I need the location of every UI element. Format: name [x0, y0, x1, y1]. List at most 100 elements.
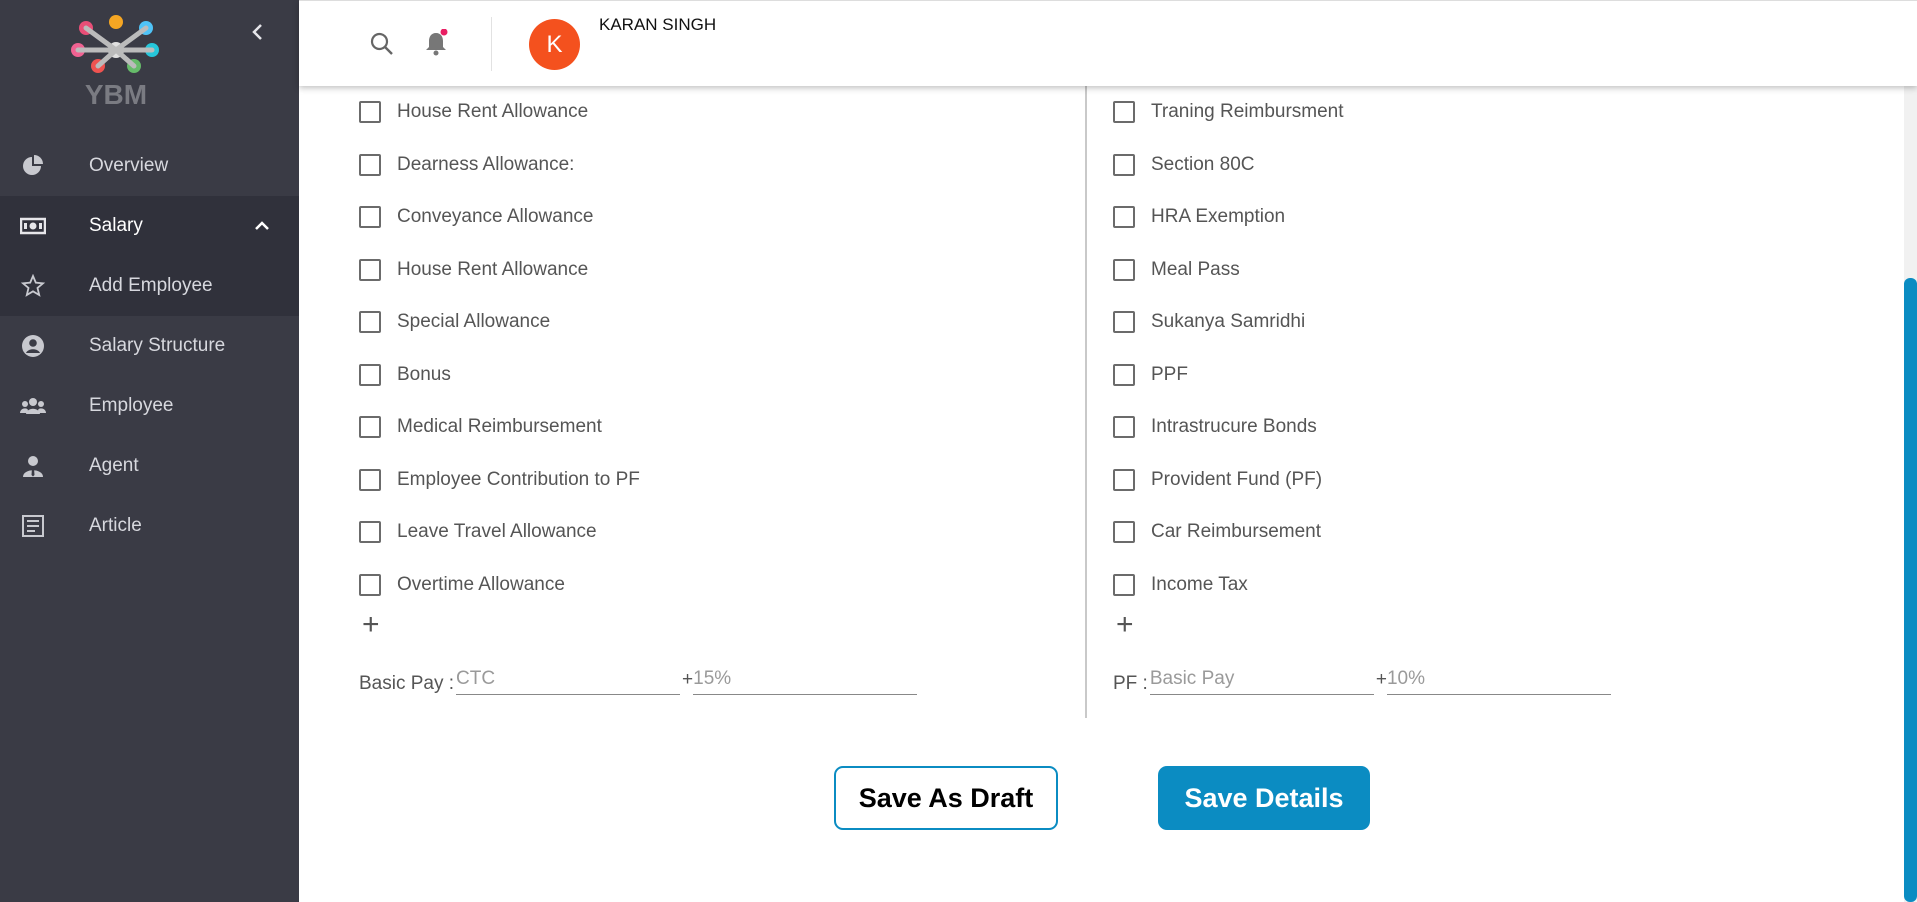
ctc-input[interactable]: CTC: [456, 668, 681, 695]
checkbox-label: Leave Travel Allowance: [397, 521, 597, 543]
checkbox-row[interactable]: Special Allowance: [359, 296, 640, 349]
basic-pay-formula: Basic Pay : CTC + 15%: [359, 668, 918, 695]
sidebar-item-label: Overview: [89, 155, 169, 176]
checkbox-row[interactable]: Employee Contribution to PF: [359, 454, 640, 507]
checkbox-label: Provident Fund (PF): [1151, 468, 1323, 490]
checkbox-row[interactable]: Medical Reimbursement: [359, 401, 640, 454]
checkbox-label: HRA Exemption: [1151, 206, 1286, 228]
checkbox-row[interactable]: Traning Reimbursment: [1113, 86, 1344, 139]
checkbox-label: PPF: [1151, 363, 1188, 385]
checkbox-row[interactable]: House Rent Allowance: [359, 244, 640, 297]
checkbox-row[interactable]: Meal Pass: [1113, 244, 1344, 297]
checkbox[interactable]: [1113, 258, 1135, 281]
sidebar-nav: Overview Salary Add Employee Salary Stru…: [0, 136, 299, 556]
checkbox-row[interactable]: Car Reimbursement: [1113, 506, 1344, 559]
checkbox-label: Medical Reimbursement: [397, 416, 602, 438]
sidebar-item-employee[interactable]: Employee: [0, 376, 299, 436]
checkbox-label: Bonus: [397, 363, 451, 385]
notification-bell-icon[interactable]: [423, 29, 449, 57]
checkbox[interactable]: [359, 468, 381, 491]
deductions-column: Traning Reimbursment Section 80C HRA Exe…: [1113, 86, 1344, 611]
checkbox-row[interactable]: Overtime Allowance: [359, 559, 640, 612]
basic-pay-input[interactable]: Basic Pay: [1149, 668, 1374, 695]
checkbox-label: House Rent Allowance: [397, 258, 589, 280]
checkbox[interactable]: [359, 416, 381, 439]
checkbox-row[interactable]: House Rent Allowance: [359, 86, 640, 139]
earnings-column: House Rent Allowance Dearness Allowance:…: [359, 86, 640, 611]
checkbox-row[interactable]: Section 80C: [1113, 139, 1344, 192]
checkbox[interactable]: [1113, 468, 1135, 491]
checkbox-label: Intrastrucure Bonds: [1151, 416, 1317, 438]
checkbox-row[interactable]: Leave Travel Allowance: [359, 506, 640, 559]
checkbox[interactable]: [1113, 206, 1135, 229]
checkbox-label: Special Allowance: [397, 311, 551, 333]
checkbox-label: Employee Contribution to PF: [397, 468, 640, 490]
sidebar-item-salary-structure[interactable]: Salary Structure: [0, 316, 299, 376]
article-icon: [22, 515, 44, 537]
sidebar: YBM Overview Salary Add Employee Salary …: [0, 0, 299, 902]
checkbox-row[interactable]: Conveyance Allowance: [359, 191, 640, 244]
group-icon: [20, 398, 46, 414]
checkbox[interactable]: [359, 258, 381, 281]
formula-label: PF :: [1113, 673, 1148, 694]
add-item-icon[interactable]: +: [1116, 610, 1134, 640]
user-circle-icon: [22, 335, 44, 357]
chevron-up-icon[interactable]: [252, 216, 272, 236]
checkbox-row[interactable]: PPF: [1113, 349, 1344, 402]
checkbox[interactable]: [359, 153, 381, 176]
percent-input[interactable]: 10%: [1386, 668, 1611, 695]
formula-label: Basic Pay :: [359, 673, 455, 694]
checkbox[interactable]: [1113, 153, 1135, 176]
sidebar-item-overview[interactable]: Overview: [0, 136, 299, 196]
sidebar-item-salary[interactable]: Salary: [0, 196, 299, 256]
sidebar-item-add-employee[interactable]: Add Employee: [0, 256, 299, 316]
sidebar-item-label: Add Employee: [89, 275, 213, 296]
checkbox-label: Traning Reimbursment: [1151, 101, 1344, 123]
percent-input[interactable]: 15%: [693, 668, 918, 695]
checkbox-label: Car Reimbursement: [1151, 521, 1321, 543]
checkbox[interactable]: [1113, 573, 1135, 596]
checkbox[interactable]: [359, 101, 381, 124]
user-name: KARAN SINGH: [599, 15, 717, 34]
brand-text: YBM: [85, 79, 147, 110]
avatar[interactable]: K: [529, 19, 580, 70]
pf-formula: PF : Basic Pay + 10%: [1113, 668, 1611, 695]
collapse-sidebar-icon[interactable]: [246, 20, 270, 44]
checkbox-row[interactable]: HRA Exemption: [1113, 191, 1344, 244]
checkbox-label: Overtime Allowance: [397, 573, 565, 595]
checkbox-row[interactable]: Provident Fund (PF): [1113, 454, 1344, 507]
checkbox[interactable]: [1113, 521, 1135, 544]
ybm-logo: YBM: [71, 15, 159, 110]
checkbox[interactable]: [1113, 363, 1135, 386]
formula-operator: +: [1375, 669, 1387, 690]
checkbox[interactable]: [359, 206, 381, 229]
checkbox-row[interactable]: Bonus: [359, 349, 640, 402]
formula-operator: +: [682, 669, 694, 690]
sidebar-item-article[interactable]: Article: [0, 496, 299, 556]
checkbox-label: House Rent Allowance: [397, 101, 589, 123]
checkbox[interactable]: [1113, 311, 1135, 334]
search-icon[interactable]: [369, 31, 395, 57]
checkbox[interactable]: [359, 363, 381, 386]
checkbox-row[interactable]: Dearness Allowance:: [359, 139, 640, 192]
agent-icon: [23, 456, 43, 477]
checkbox-label: Section 80C: [1151, 153, 1255, 175]
checkbox-label: Sukanya Samridhi: [1151, 311, 1306, 333]
save-as-draft-button[interactable]: Save As Draft: [834, 766, 1058, 830]
checkbox[interactable]: [359, 521, 381, 544]
checkbox-label: Conveyance Allowance: [397, 206, 594, 228]
scrollbar-thumb[interactable]: [1904, 278, 1917, 902]
checkbox-row[interactable]: Intrastrucure Bonds: [1113, 401, 1344, 454]
save-details-button[interactable]: Save Details: [1158, 766, 1370, 830]
checkbox-label: Meal Pass: [1151, 258, 1240, 280]
checkbox[interactable]: [1113, 416, 1135, 439]
checkbox[interactable]: [1113, 101, 1135, 124]
checkbox[interactable]: [359, 573, 381, 596]
sidebar-item-agent[interactable]: Agent: [0, 436, 299, 496]
checkbox-row[interactable]: Income Tax: [1113, 559, 1344, 612]
checkbox[interactable]: [359, 311, 381, 334]
top-header: K KARAN SINGH: [299, 0, 1917, 86]
sidebar-item-label: Employee: [89, 395, 174, 416]
add-item-icon[interactable]: +: [362, 610, 380, 640]
checkbox-row[interactable]: Sukanya Samridhi: [1113, 296, 1344, 349]
